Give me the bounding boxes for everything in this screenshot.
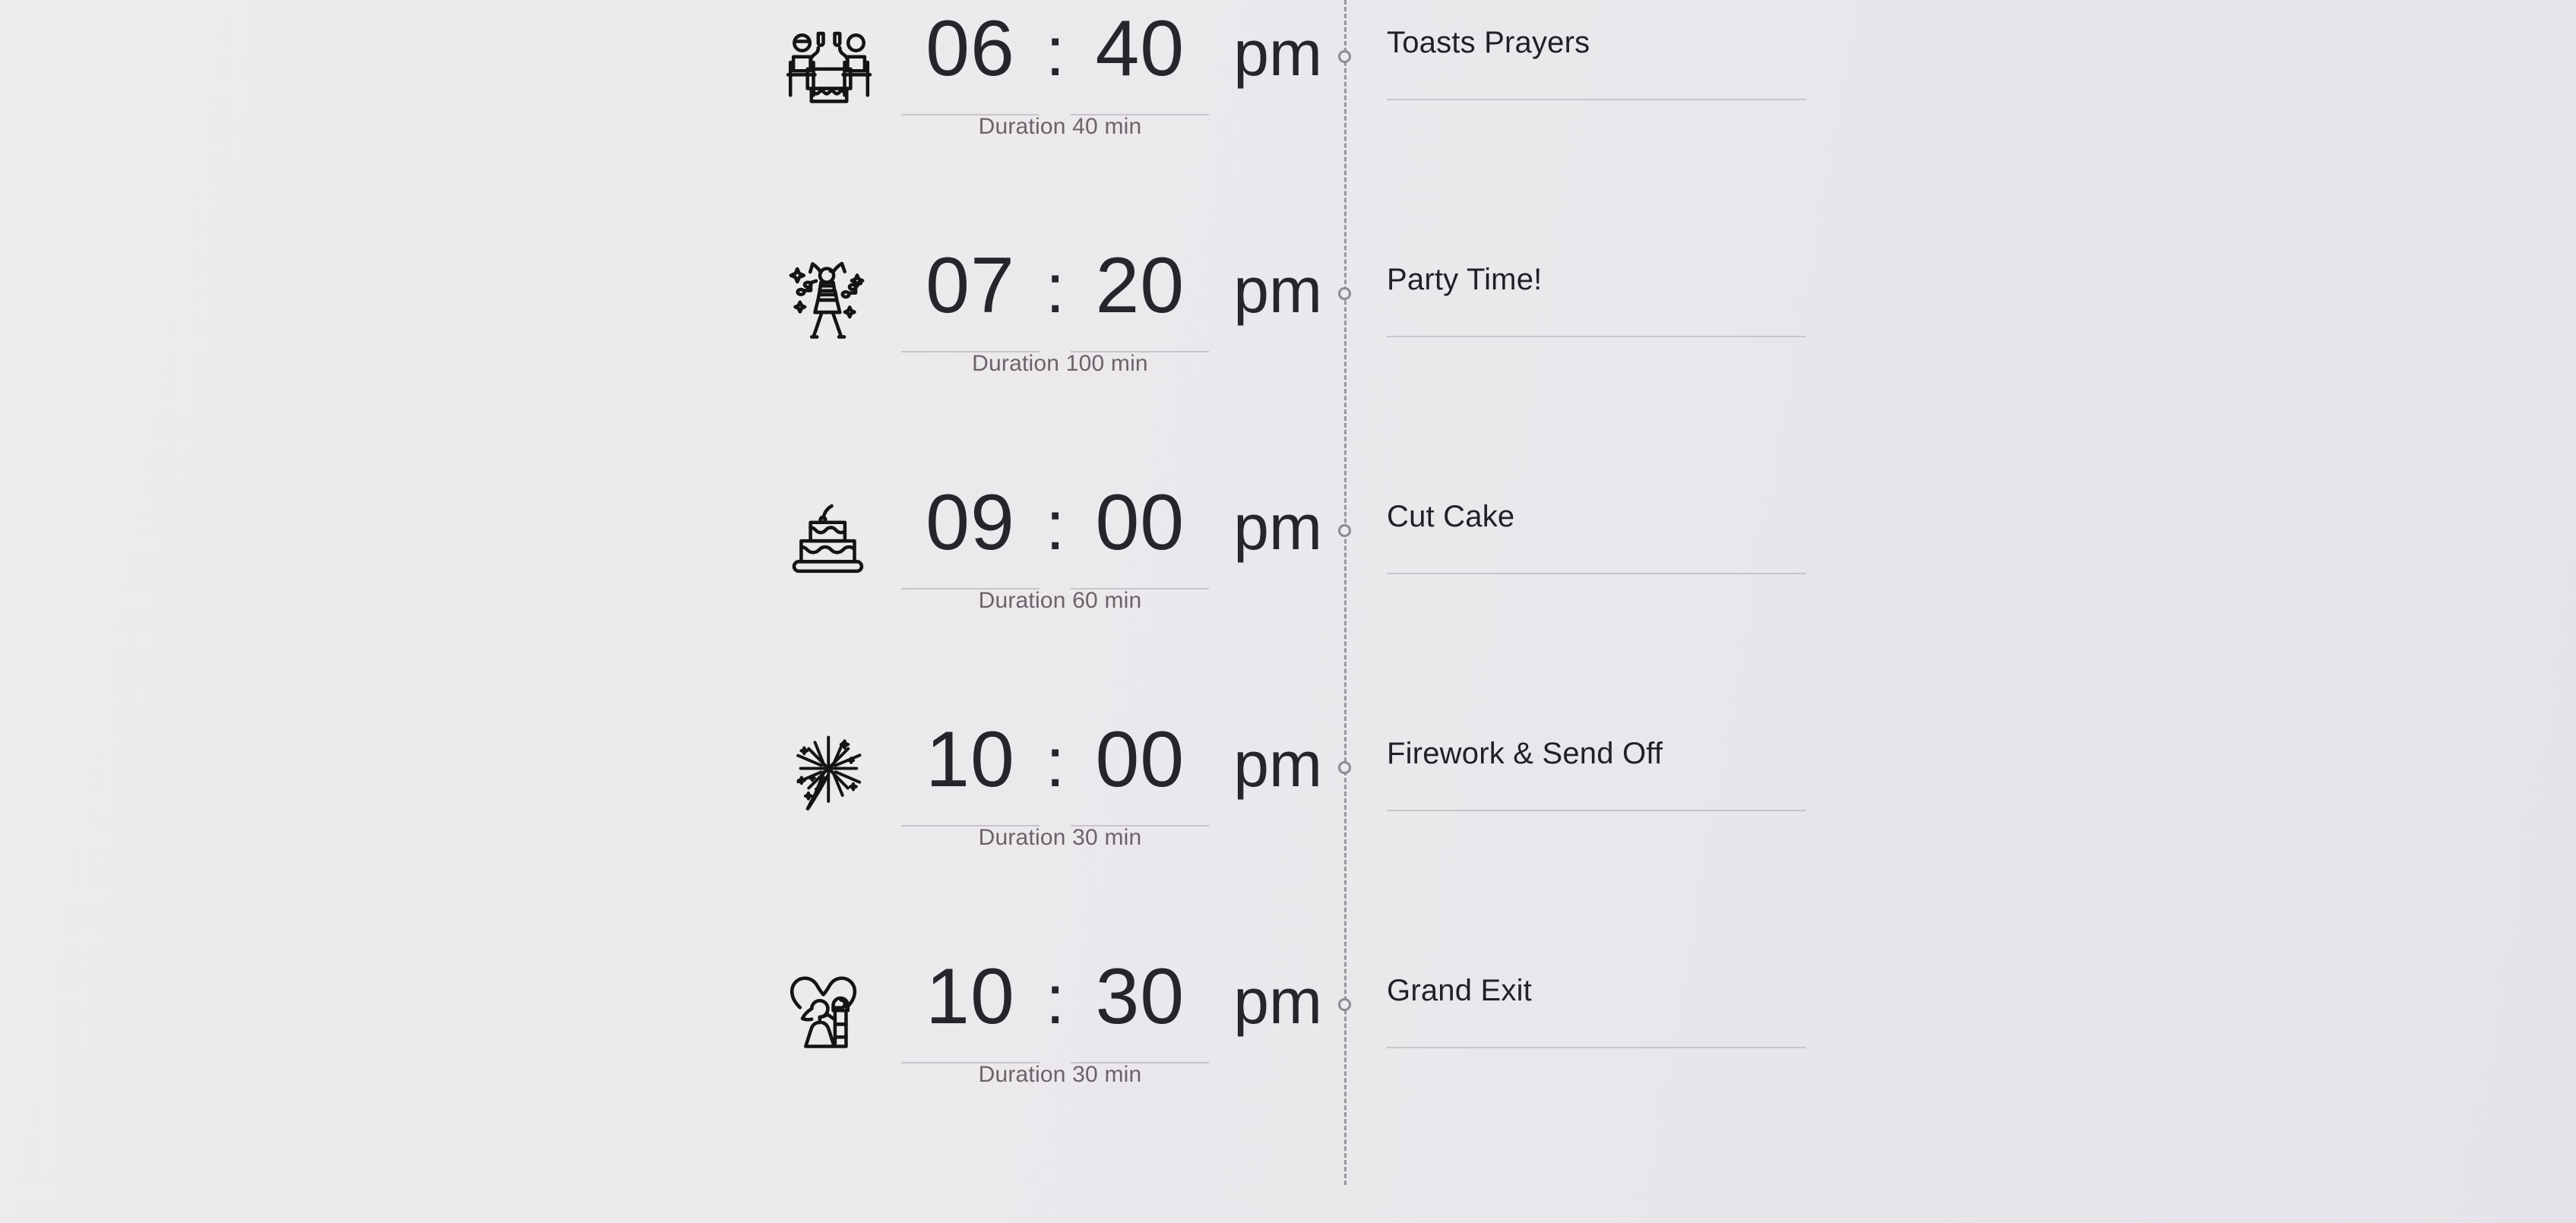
timeline-marker[interactable] [1338, 998, 1351, 1011]
event-minute[interactable]: 30 [1066, 946, 1214, 1063]
timeline-marker[interactable] [1338, 287, 1351, 300]
couple-heart-icon [780, 963, 878, 1062]
timeline-event-row[interactable]: 06:40 pm Duration 40 min Toasts Prayers [0, 0, 2576, 213]
event-name[interactable]: Toasts Prayers [1387, 21, 1806, 64]
event-name-underline [1387, 573, 1806, 574]
event-time-block: 06:40 pm Duration 40 min [897, 0, 1322, 139]
timeline-marker[interactable] [1338, 524, 1351, 537]
event-meridiem[interactable]: pm [1233, 477, 1322, 577]
time-separator: : [1045, 961, 1065, 1038]
event-meridiem[interactable]: pm [1233, 951, 1322, 1051]
event-name-underline [1387, 810, 1806, 811]
event-minute[interactable]: 40 [1066, 0, 1214, 115]
event-duration: Duration 30 min [978, 825, 1142, 850]
time-separator: : [1045, 724, 1065, 801]
event-name-cell[interactable]: Firework & Send Off [1387, 732, 1806, 811]
dinner-table-icon [780, 15, 878, 114]
event-name[interactable]: Party Time! [1387, 258, 1806, 301]
timeline-event-row[interactable]: 10:00 pm Duration 30 min Firework & Send Of… [0, 687, 2576, 924]
event-minute[interactable]: 00 [1066, 709, 1214, 826]
event-hour[interactable]: 07 [897, 235, 1044, 352]
event-hour[interactable]: 10 [897, 709, 1044, 826]
event-duration: Duration 40 min [978, 114, 1142, 139]
event-name-underline [1387, 1047, 1806, 1048]
event-name[interactable]: Grand Exit [1387, 969, 1806, 1012]
event-minute[interactable]: 20 [1066, 235, 1214, 352]
timeline-marker[interactable] [1338, 50, 1351, 63]
timeline-event-row[interactable]: 10:30 pm Duration 30 min Grand Exit [0, 924, 2576, 1161]
timeline-event-row[interactable]: 09:00 pm Duration 60 min Cut Cake [0, 450, 2576, 687]
event-name-cell[interactable]: Grand Exit [1387, 969, 1806, 1048]
event-name-cell[interactable]: Cut Cake [1387, 495, 1806, 574]
event-hour[interactable]: 10 [897, 946, 1044, 1063]
event-time-block: 07:20 pm Duration 100 min [897, 235, 1322, 376]
event-duration: Duration 30 min [978, 1062, 1142, 1087]
event-meridiem[interactable]: pm [1233, 3, 1322, 103]
event-time-block: 10:00 pm Duration 30 min [897, 709, 1322, 850]
firework-icon [780, 726, 878, 825]
event-hour[interactable]: 09 [897, 472, 1044, 589]
time-separator: : [1045, 250, 1065, 327]
timeline-event-row[interactable]: 07:20 pm Duration 100 min Party Time! [0, 213, 2576, 450]
event-minute[interactable]: 00 [1066, 472, 1214, 589]
event-name[interactable]: Firework & Send Off [1387, 732, 1806, 775]
event-name[interactable]: Cut Cake [1387, 495, 1806, 538]
event-time-block: 09:00 pm Duration 60 min [897, 472, 1322, 613]
event-name-cell[interactable]: Toasts Prayers [1387, 21, 1806, 100]
event-name-underline [1387, 336, 1806, 337]
time-separator: : [1045, 487, 1065, 564]
event-name-underline [1387, 99, 1806, 100]
event-meridiem[interactable]: pm [1233, 714, 1322, 814]
timeline-marker[interactable] [1338, 761, 1351, 774]
event-hour[interactable]: 06 [897, 0, 1044, 115]
event-duration: Duration 60 min [978, 588, 1142, 613]
event-duration: Duration 100 min [972, 351, 1148, 376]
event-meridiem[interactable]: pm [1233, 240, 1322, 340]
wedding-cake-icon [780, 489, 878, 588]
event-name-cell[interactable]: Party Time! [1387, 258, 1806, 337]
dancing-person-icon [780, 252, 878, 351]
event-time-block: 10:30 pm Duration 30 min [897, 946, 1322, 1087]
time-separator: : [1045, 13, 1065, 90]
